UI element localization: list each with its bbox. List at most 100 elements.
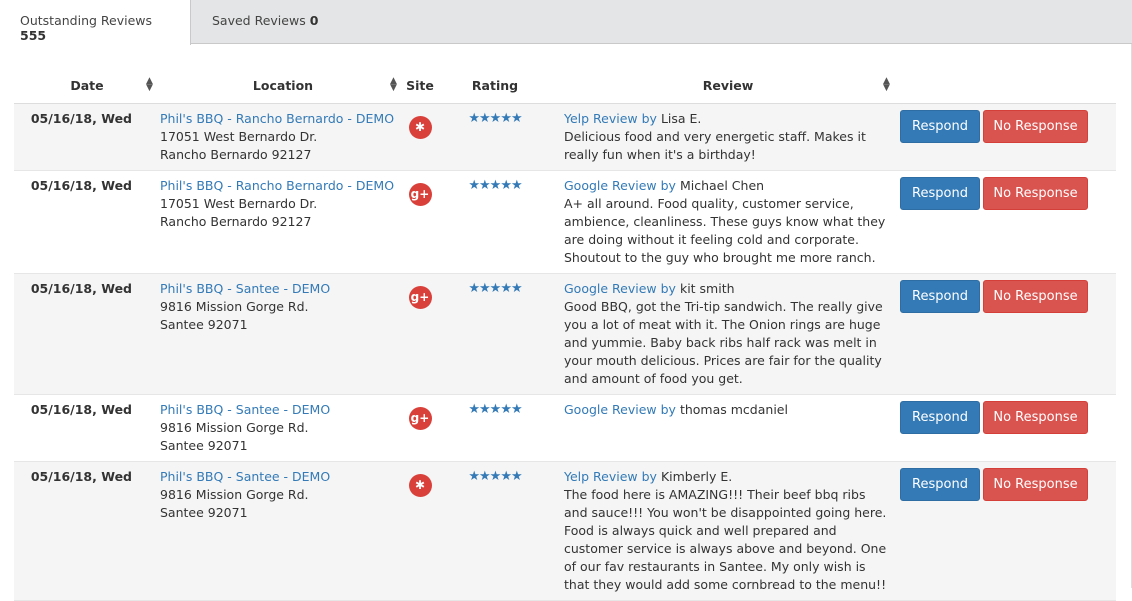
google-plus-icon: g+ bbox=[408, 407, 432, 430]
reviewer-name: Michael Chen bbox=[679, 178, 765, 193]
location-address: 9816 Mission Gorge Rd. bbox=[160, 487, 309, 502]
star-rating: ★★★★★ bbox=[434, 103, 556, 171]
review-location: Phil's BBQ - Rancho Bernardo - DEMO 1705… bbox=[160, 103, 406, 171]
location-address: 9816 Mission Gorge Rd. bbox=[160, 299, 309, 314]
star-icon: ★ bbox=[468, 111, 480, 126]
reviews-table: Date ▲ ▼ Location ▲ ▼ Site Rating Review ▲… bbox=[14, 68, 1116, 601]
location-link[interactable]: Phil's BBQ - Rancho Bernardo - DEMO bbox=[160, 111, 394, 126]
review-text: A+ all around. Food quality, customer se… bbox=[564, 196, 886, 265]
tab-saved-reviews[interactable]: Saved Reviews 0 bbox=[192, 0, 338, 44]
reviewer-name: kit smith bbox=[679, 281, 735, 296]
column-actions bbox=[900, 68, 1116, 104]
location-link[interactable]: Phil's BBQ - Santee - DEMO bbox=[160, 281, 330, 296]
review-source-link[interactable]: Yelp Review by bbox=[564, 111, 657, 126]
column-review[interactable]: Review ▲ ▼ bbox=[556, 68, 900, 104]
star-icon: ★ bbox=[489, 469, 502, 484]
review-date: 05/16/18, Wed bbox=[14, 461, 160, 601]
star-icon: ★ bbox=[510, 402, 523, 417]
review-location: Phil's BBQ - Santee - DEMO 9816 Mission … bbox=[160, 394, 406, 462]
no-response-button[interactable]: No Response bbox=[983, 110, 1088, 143]
review-content: Yelp Review by Kimberly E. The food here… bbox=[556, 461, 900, 601]
review-site: g+ bbox=[406, 273, 434, 395]
location-link[interactable]: Phil's BBQ - Santee - DEMO bbox=[160, 469, 330, 484]
respond-button[interactable]: Respond bbox=[900, 280, 980, 313]
review-source-link[interactable]: Google Review by bbox=[564, 281, 676, 296]
star-icon: ★ bbox=[510, 281, 523, 296]
location-city: Santee 92071 bbox=[160, 438, 248, 453]
star-icon: ★ bbox=[510, 178, 523, 193]
google-plus-icon: g+ bbox=[408, 183, 432, 206]
respond-button[interactable]: Respond bbox=[900, 177, 980, 210]
star-rating: ★★★★★ bbox=[434, 394, 556, 462]
star-icon: ★ bbox=[510, 111, 523, 126]
sort-icon[interactable]: ▲ ▼ bbox=[883, 77, 890, 93]
google-plus-icon: g+ bbox=[408, 286, 432, 309]
star-icon: ★ bbox=[510, 469, 523, 484]
reviewer-name: thomas mcdaniel bbox=[679, 402, 788, 417]
star-icon: ★ bbox=[489, 178, 502, 193]
sort-icon[interactable]: ▲ ▼ bbox=[390, 77, 397, 93]
review-source-link[interactable]: Google Review by bbox=[564, 178, 676, 193]
no-response-button[interactable]: No Response bbox=[983, 280, 1088, 313]
column-rating: Rating bbox=[434, 68, 556, 104]
star-icon: ★ bbox=[489, 111, 502, 126]
tab-count: 0 bbox=[309, 13, 319, 28]
table-row: 05/16/18, Wed Phil's BBQ - Santee - DEMO… bbox=[14, 461, 1116, 601]
review-source-link[interactable]: Google Review by bbox=[564, 402, 676, 417]
star-rating: ★★★★★ bbox=[434, 170, 556, 274]
no-response-button[interactable]: No Response bbox=[983, 177, 1088, 210]
column-date[interactable]: Date ▲ ▼ bbox=[14, 68, 160, 104]
star-icon: ★ bbox=[479, 469, 491, 484]
review-actions: Respond No Response bbox=[900, 170, 1116, 274]
location-link[interactable]: Phil's BBQ - Santee - DEMO bbox=[160, 402, 330, 417]
review-site: ✱ bbox=[406, 461, 434, 601]
no-response-button[interactable]: No Response bbox=[983, 401, 1088, 434]
respond-button[interactable]: Respond bbox=[900, 401, 980, 434]
reviewer-name: Lisa E. bbox=[660, 111, 702, 126]
review-source-link[interactable]: Yelp Review by bbox=[564, 469, 657, 484]
column-location[interactable]: Location ▲ ▼ bbox=[160, 68, 406, 104]
table-row: 05/16/18, Wed Phil's BBQ - Rancho Bernar… bbox=[14, 170, 1116, 274]
table-row: 05/16/18, Wed Phil's BBQ - Santee - DEMO… bbox=[14, 394, 1116, 462]
tab-label: Saved Reviews bbox=[212, 13, 306, 28]
star-rating: ★★★★★ bbox=[434, 461, 556, 601]
tab-outstanding-reviews[interactable]: Outstanding Reviews 555 bbox=[0, 0, 191, 45]
no-response-button[interactable]: No Response bbox=[983, 468, 1088, 501]
review-content: Yelp Review by Lisa E. Delicious food an… bbox=[556, 103, 900, 171]
location-address: 17051 West Bernardo Dr. bbox=[160, 196, 318, 211]
location-city: Santee 92071 bbox=[160, 505, 248, 520]
location-city: Rancho Bernardo 92127 bbox=[160, 214, 312, 229]
review-actions: Respond No Response bbox=[900, 273, 1116, 395]
star-icon: ★ bbox=[479, 111, 491, 126]
star-icon: ★ bbox=[468, 281, 480, 296]
review-site: g+ bbox=[406, 170, 434, 274]
review-date: 05/16/18, Wed bbox=[14, 273, 160, 395]
tab-count: 555 bbox=[20, 28, 47, 43]
review-actions: Respond No Response bbox=[900, 394, 1116, 462]
table-row: 05/16/18, Wed Phil's BBQ - Santee - DEMO… bbox=[14, 273, 1116, 395]
location-city: Rancho Bernardo 92127 bbox=[160, 147, 312, 162]
review-location: Phil's BBQ - Santee - DEMO 9816 Mission … bbox=[160, 273, 406, 395]
respond-button[interactable]: Respond bbox=[900, 110, 980, 143]
location-address: 17051 West Bernardo Dr. bbox=[160, 129, 318, 144]
review-date: 05/16/18, Wed bbox=[14, 103, 160, 171]
yelp-icon: ✱ bbox=[408, 474, 432, 497]
location-link[interactable]: Phil's BBQ - Rancho Bernardo - DEMO bbox=[160, 178, 394, 193]
review-actions: Respond No Response bbox=[900, 461, 1116, 601]
star-icon: ★ bbox=[479, 402, 491, 417]
location-address: 9816 Mission Gorge Rd. bbox=[160, 420, 309, 435]
sort-icon[interactable]: ▲ ▼ bbox=[146, 77, 153, 93]
table-row: 05/16/18, Wed Phil's BBQ - Rancho Bernar… bbox=[14, 103, 1116, 171]
yelp-icon: ✱ bbox=[408, 116, 432, 139]
star-icon: ★ bbox=[489, 402, 502, 417]
review-site: ✱ bbox=[406, 103, 434, 171]
respond-button[interactable]: Respond bbox=[900, 468, 980, 501]
review-location: Phil's BBQ - Rancho Bernardo - DEMO 1705… bbox=[160, 170, 406, 274]
table-header: Date ▲ ▼ Location ▲ ▼ Site Rating Review ▲… bbox=[14, 68, 1116, 104]
review-content: Google Review by thomas mcdaniel bbox=[556, 394, 900, 462]
review-text: The food here is AMAZING!!! Their beef b… bbox=[564, 487, 887, 592]
star-icon: ★ bbox=[500, 402, 512, 417]
star-icon: ★ bbox=[500, 281, 512, 296]
tab-label: Outstanding Reviews bbox=[20, 13, 153, 28]
review-content: Google Review by Michael Chen A+ all aro… bbox=[556, 170, 900, 274]
